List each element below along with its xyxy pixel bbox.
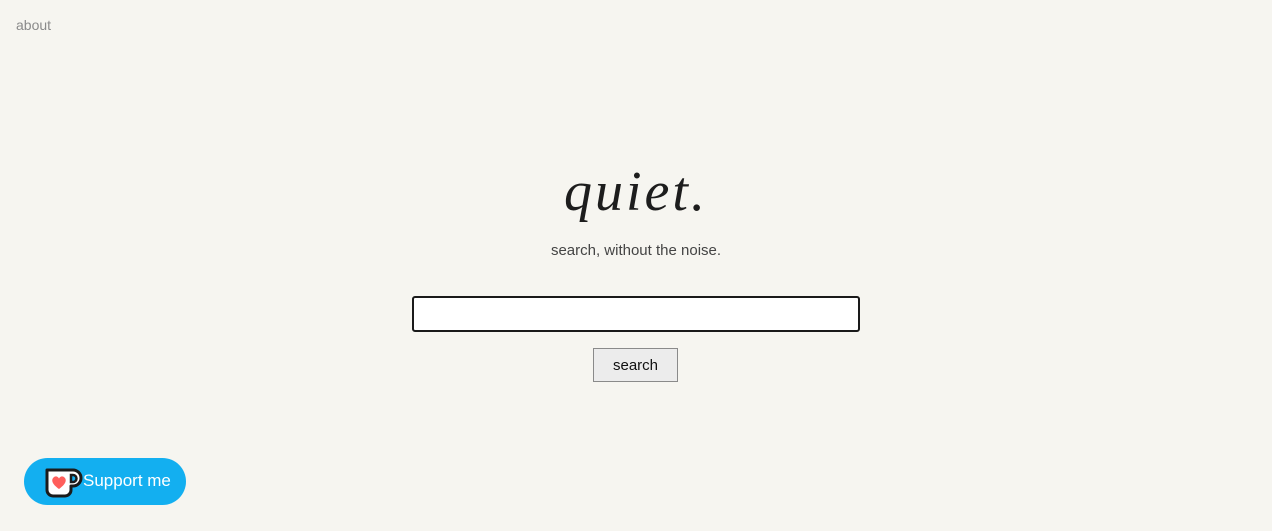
about-link[interactable]: about (16, 17, 51, 33)
support-me-button[interactable]: Support me (24, 458, 186, 505)
support-me-label: Support me (83, 471, 171, 490)
search-input[interactable] (412, 296, 860, 332)
kofi-cup-icon (43, 464, 83, 498)
site-logo: quiet. (564, 161, 708, 223)
search-button[interactable]: search (593, 348, 678, 382)
tagline: search, without the noise. (550, 242, 722, 259)
